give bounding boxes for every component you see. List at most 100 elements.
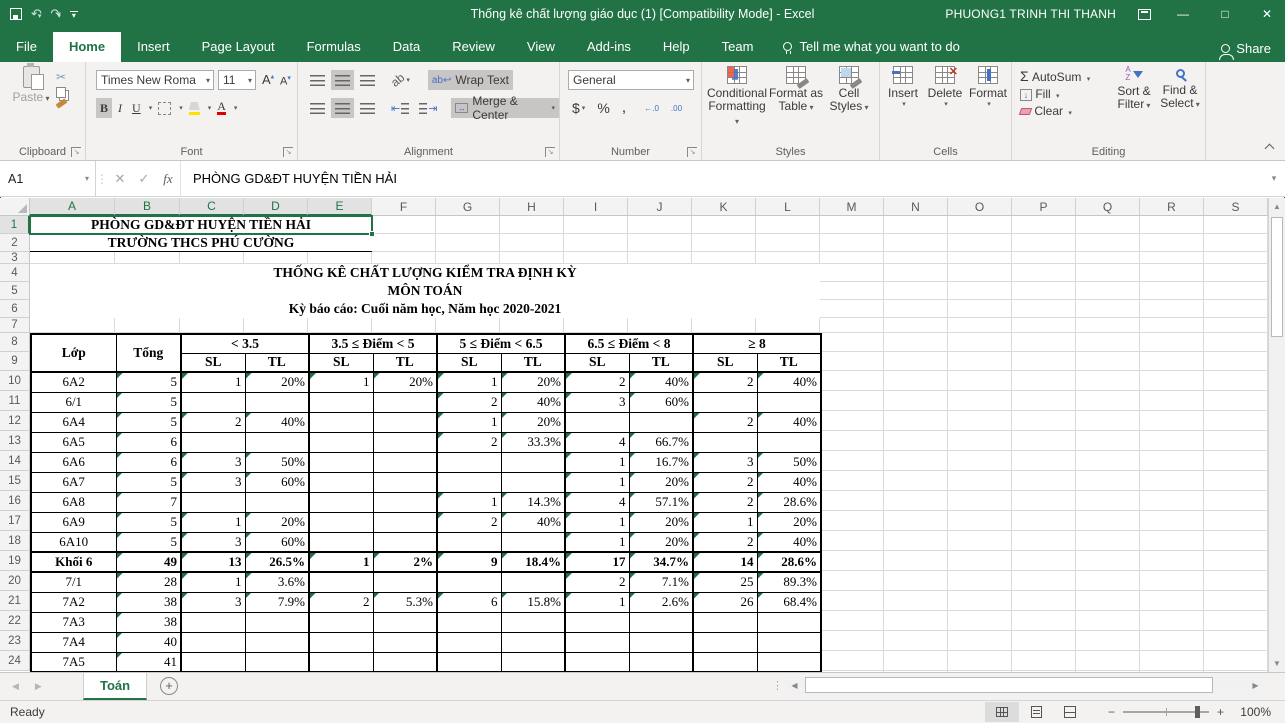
cell[interactable]: 20%	[245, 372, 309, 392]
decrease-indent-button[interactable]: ⇤	[387, 98, 413, 118]
formula-bar-splitter[interactable]: ⋮	[96, 161, 108, 196]
row-header-20[interactable]: 20	[0, 571, 30, 591]
cell[interactable]	[501, 652, 565, 672]
table-header-cell[interactable]: SL	[437, 353, 501, 372]
format-painter-button[interactable]	[56, 98, 68, 108]
cell[interactable]	[181, 392, 245, 412]
cell[interactable]: 2	[565, 372, 629, 392]
cell[interactable]: 5	[116, 512, 181, 532]
cell[interactable]: 6A6	[31, 452, 116, 472]
column-header-L[interactable]: L	[756, 198, 820, 216]
horizontal-scroll-thumb[interactable]	[805, 677, 1213, 693]
cell[interactable]: 3.6%	[245, 572, 309, 592]
cell[interactable]: 1	[565, 532, 629, 552]
number-format-combo[interactable]: General	[568, 70, 694, 90]
cell[interactable]	[309, 492, 373, 512]
cell[interactable]	[629, 632, 693, 652]
next-sheet-arrow[interactable]: ▶	[35, 681, 42, 692]
cell[interactable]	[757, 612, 821, 632]
column-header-R[interactable]: R	[1140, 198, 1204, 216]
cell[interactable]	[629, 412, 693, 432]
row-header-6[interactable]: 6	[0, 300, 30, 318]
column-header-G[interactable]: G	[436, 198, 500, 216]
cell[interactable]	[181, 432, 245, 452]
table-header-cell[interactable]: SL	[565, 353, 629, 372]
cell[interactable]: 26	[693, 592, 757, 612]
ribbon-tab-add-ins[interactable]: Add-ins	[571, 32, 647, 62]
cell[interactable]	[245, 652, 309, 672]
zoom-level[interactable]: 100%	[1240, 705, 1271, 719]
find-select-button[interactable]: Find & Select	[1158, 66, 1202, 111]
scroll-down-arrow[interactable]: ▼	[1269, 655, 1285, 672]
accounting-format-button[interactable]: $▾	[568, 98, 589, 118]
font-name-combo[interactable]: Times New Roma	[96, 70, 214, 90]
cell[interactable]: 6A5	[31, 432, 116, 452]
cell[interactable]	[565, 412, 629, 432]
cell[interactable]	[309, 612, 373, 632]
cell[interactable]	[245, 612, 309, 632]
scroll-up-arrow[interactable]: ▲	[1269, 198, 1285, 215]
cell[interactable]: 7/1	[31, 572, 116, 592]
cell[interactable]	[437, 572, 501, 592]
zoom-slider-handle[interactable]	[1195, 706, 1200, 718]
zoom-out-button[interactable]: −	[1108, 705, 1115, 719]
cell[interactable]	[437, 472, 501, 492]
delete-cells-button[interactable]: Delete ▾	[924, 66, 966, 108]
comma-style-button[interactable]: ,	[618, 98, 630, 118]
cell[interactable]: 2	[693, 472, 757, 492]
cell[interactable]: 66.7%	[629, 432, 693, 452]
cell[interactable]: 3	[693, 452, 757, 472]
cut-button[interactable]: ✂	[56, 70, 67, 84]
column-header-F[interactable]: F	[372, 198, 436, 216]
vertical-scrollbar[interactable]: ▲ ▼	[1268, 198, 1285, 672]
underline-button[interactable]: U	[128, 98, 145, 118]
fill-button[interactable]: ↓ Fill ▾	[1020, 87, 1090, 101]
table-header-cell[interactable]: SL	[181, 353, 245, 372]
table-header-cell[interactable]: 5 ≤ Điểm < 6.5	[437, 334, 565, 353]
row-header-2[interactable]: 2	[0, 234, 30, 252]
cell[interactable]: 57.1%	[629, 492, 693, 512]
enter-icon[interactable]: ✓	[132, 161, 156, 196]
cell[interactable]: 20%	[629, 512, 693, 532]
tell-me-box[interactable]: Tell me what you want to do	[769, 32, 973, 62]
cell[interactable]	[373, 532, 437, 552]
cell[interactable]: 2.6%	[629, 592, 693, 612]
ribbon-tab-insert[interactable]: Insert	[121, 32, 186, 62]
cell[interactable]: 1	[565, 472, 629, 492]
cell[interactable]	[501, 572, 565, 592]
undo-button[interactable]: ↶▾	[31, 5, 41, 23]
cell[interactable]: 38	[116, 612, 181, 632]
redo-button[interactable]: ↷▾	[50, 5, 60, 23]
fill-handle[interactable]	[369, 231, 375, 237]
table-header-cell[interactable]: Lớp	[31, 334, 116, 372]
formula-input[interactable]: PHÒNG GD&ĐT HUYỆN TIỀN HẢI	[180, 161, 1263, 196]
vertical-scroll-thumb[interactable]	[1271, 217, 1283, 337]
cell[interactable]: 40%	[501, 392, 565, 412]
cell[interactable]	[757, 652, 821, 672]
row-header-12[interactable]: 12	[0, 411, 30, 431]
sort-filter-button[interactable]: AZ Sort & Filter	[1112, 66, 1156, 112]
cell[interactable]: 26.5%	[245, 552, 309, 572]
cell[interactable]: 14.3%	[501, 492, 565, 512]
cell[interactable]: 89.3%	[757, 572, 821, 592]
cell[interactable]: 2	[437, 432, 501, 452]
cell[interactable]	[501, 612, 565, 632]
expand-formula-bar-icon[interactable]: ▾	[1263, 161, 1285, 196]
cell[interactable]	[757, 632, 821, 652]
percent-style-button[interactable]: %	[593, 98, 613, 118]
top-align-button[interactable]	[306, 70, 329, 90]
number-dialog-launcher[interactable]: ↘	[687, 147, 697, 157]
cell[interactable]	[373, 452, 437, 472]
bottom-align-button[interactable]	[356, 70, 379, 90]
cell[interactable]: 1	[181, 512, 245, 532]
cell[interactable]: 3	[181, 472, 245, 492]
cell[interactable]: 1	[437, 412, 501, 432]
cell[interactable]	[373, 612, 437, 632]
column-header-K[interactable]: K	[692, 198, 756, 216]
cell[interactable]: 40%	[629, 372, 693, 392]
cell[interactable]: 38	[116, 592, 181, 612]
row-header-17[interactable]: 17	[0, 511, 30, 531]
cell[interactable]	[693, 632, 757, 652]
alignment-dialog-launcher[interactable]: ↘	[545, 147, 555, 157]
new-sheet-button[interactable]: +	[160, 677, 178, 695]
